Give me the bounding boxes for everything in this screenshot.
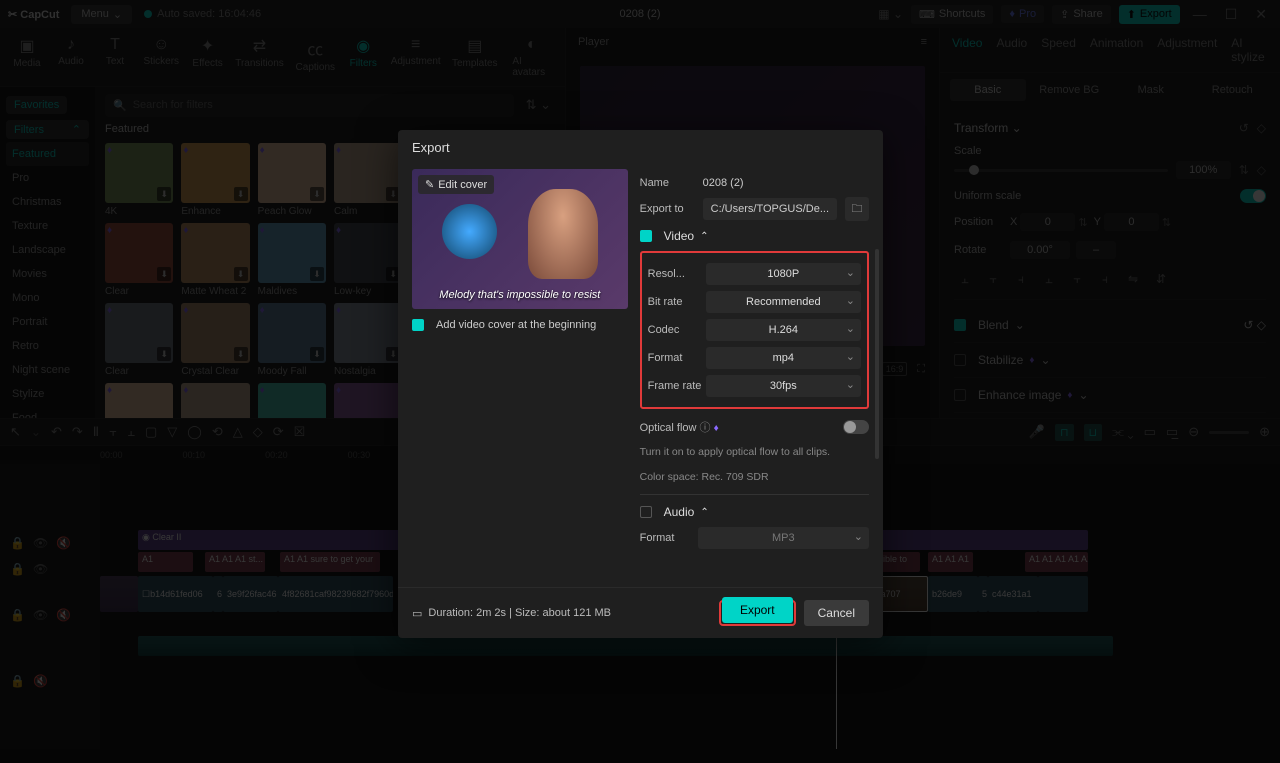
export-title: Export xyxy=(398,130,883,165)
framerate-label: Frame rate xyxy=(648,380,706,392)
name-value[interactable]: 0208 (2) xyxy=(703,177,869,189)
bitrate-select[interactable]: Recommended xyxy=(706,291,861,313)
audio-format-label: Format xyxy=(640,532,698,544)
export-confirm-button[interactable]: Export xyxy=(722,597,793,623)
framerate-select[interactable]: 30fps xyxy=(706,375,861,397)
optical-flow-toggle[interactable] xyxy=(843,420,869,434)
edit-cover-button[interactable]: ✎ Edit cover xyxy=(418,175,494,194)
optical-flow-label: Optical flow ⓘ ♦ xyxy=(640,419,719,435)
format-label: Format xyxy=(648,352,706,364)
export-button-highlight: Export xyxy=(719,600,796,626)
audio-section-label[interactable]: Audio xyxy=(664,505,695,519)
video-checkbox[interactable] xyxy=(640,230,652,242)
export-to-label: Export to xyxy=(640,203,695,215)
audio-format-select[interactable]: MP3 xyxy=(698,527,869,549)
format-select[interactable]: mp4 xyxy=(706,347,861,369)
cover-preview: ✎ Edit cover Melody that's impossible to… xyxy=(412,169,628,309)
optical-flow-note: Turn it on to apply optical flow to all … xyxy=(640,445,869,460)
codec-select[interactable]: H.264 xyxy=(706,319,861,341)
browse-button[interactable]: 🗀 xyxy=(845,197,869,221)
resolution-label: Resol... xyxy=(648,268,706,280)
video-settings-highlight: Resol...1080P Bit rateRecommended CodecH… xyxy=(640,251,869,409)
cover-subtitle: Melody that's impossible to resist xyxy=(412,289,628,301)
codec-label: Codec xyxy=(648,324,706,336)
audio-checkbox[interactable] xyxy=(640,506,652,518)
add-cover-checkbox[interactable] xyxy=(412,319,424,331)
add-cover-label: Add video cover at the beginning xyxy=(436,319,596,331)
colorspace-note: Color space: Rec. 709 SDR xyxy=(640,470,869,485)
video-section-label[interactable]: Video xyxy=(664,229,694,243)
name-label: Name xyxy=(640,177,695,189)
duration-info: ▭ Duration: 2m 2s | Size: about 121 MB xyxy=(412,607,611,620)
bitrate-label: Bit rate xyxy=(648,296,706,308)
cancel-button[interactable]: Cancel xyxy=(804,600,869,626)
export-dialog: Export ✎ Edit cover Melody that's imposs… xyxy=(398,130,883,638)
modal-scrollbar[interactable] xyxy=(875,249,879,459)
export-path[interactable]: C:/Users/TOPGUS/De... xyxy=(703,198,837,220)
resolution-select[interactable]: 1080P xyxy=(706,263,861,285)
